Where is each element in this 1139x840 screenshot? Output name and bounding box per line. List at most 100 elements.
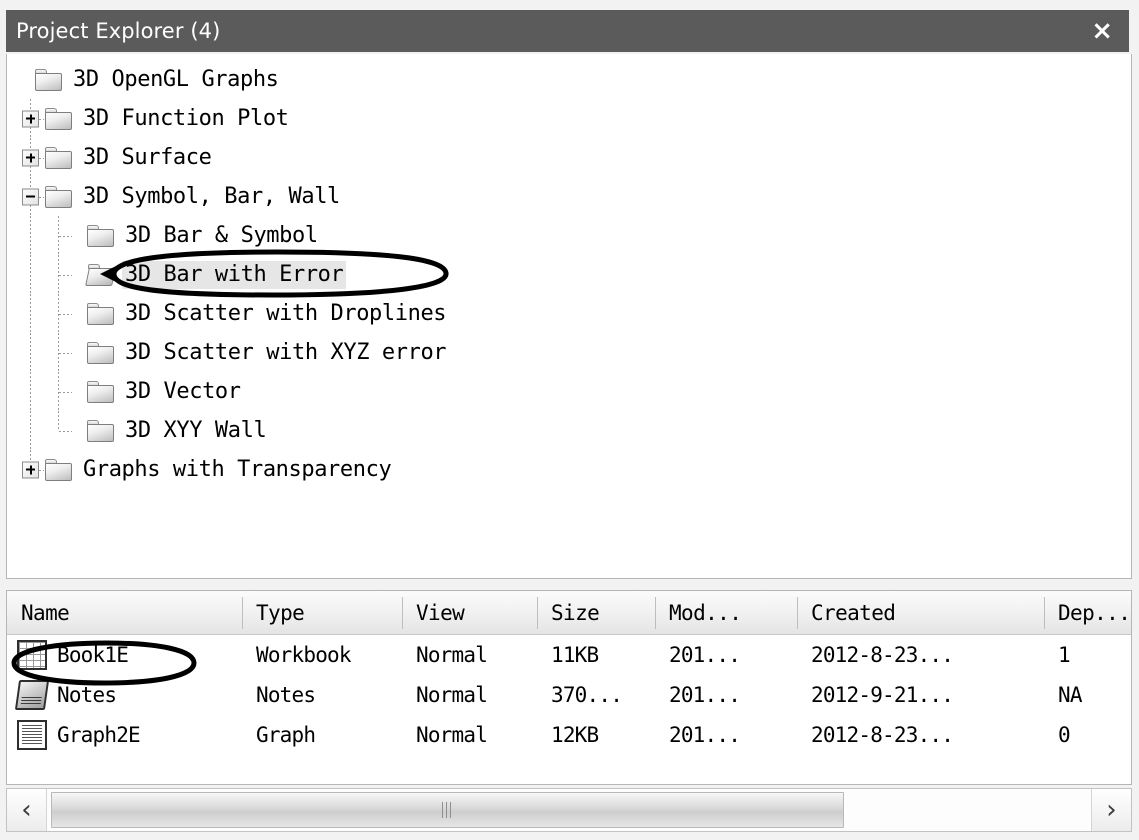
scrollbar-track[interactable] <box>47 789 1091 831</box>
tree-item-3d-vector[interactable]: 3D Vector <box>17 372 1131 411</box>
tree-item-label: 3D Bar with Error <box>122 260 347 289</box>
cell-name-label: Notes <box>57 683 117 707</box>
folder-open-icon <box>85 263 116 286</box>
cell-dependents: NA <box>1044 675 1131 715</box>
folder-icon <box>45 185 73 208</box>
column-divider[interactable] <box>402 597 403 629</box>
folder-body <box>87 228 114 247</box>
tree-item-3d-scatter-with-xyz-error[interactable]: 3D Scatter with XYZ error <box>17 333 1131 372</box>
column-header-created[interactable]: Created <box>797 591 1044 635</box>
tree-item-label: 3D Function Plot <box>83 105 289 131</box>
cell-value: Normal <box>416 683 488 707</box>
tree-guide-line <box>30 216 31 255</box>
cell-value: 370... <box>551 683 623 707</box>
cell-value: 2012-8-23... <box>811 723 954 747</box>
tree-indent-guide <box>17 216 45 255</box>
scroll-left-icon[interactable]: ‹ <box>7 789 47 831</box>
folder-icon <box>35 68 63 91</box>
table-row[interactable]: Graph2E Graph Normal 12KB 201... 2012-8-23...… <box>7 715 1131 755</box>
tree-guide-line <box>30 333 31 372</box>
expand-icon[interactable] <box>22 149 39 166</box>
column-divider[interactable] <box>1044 597 1045 629</box>
cell-modified: 201... <box>655 675 797 715</box>
column-divider[interactable] <box>537 597 538 629</box>
tree-indent-guide <box>17 99 45 138</box>
cell-value: 1 <box>1058 643 1071 667</box>
cell-value: 2012-9-21... <box>811 683 954 707</box>
folder-body <box>35 72 62 91</box>
folder-body <box>87 306 114 325</box>
tree-item-3d-symbol-bar-wall[interactable]: 3D Symbol, Bar, Wall <box>17 177 1131 216</box>
folder-body <box>87 423 114 442</box>
tree-guide-line <box>59 313 72 315</box>
cell-name: Book1E <box>7 635 242 675</box>
cell-created: 2012-9-21... <box>797 675 1044 715</box>
folder-icon <box>45 146 73 169</box>
scroll-right-icon[interactable]: › <box>1091 789 1131 831</box>
expand-icon[interactable] <box>22 110 39 127</box>
tree-item-3d-scatter-with-droplines[interactable]: 3D Scatter with Droplines <box>17 294 1131 333</box>
tree-item-label: 3D XYY Wall <box>125 417 267 443</box>
folder-icon <box>87 419 115 442</box>
tree-item-3d-bar-with-error[interactable]: 3D Bar with Error <box>17 255 1131 294</box>
table-row[interactable]: Notes Notes Normal 370... 201... 2012-9-21...… <box>7 675 1131 715</box>
tree-indent-guide <box>45 216 87 255</box>
project-tree-panel[interactable]: 3D OpenGL Graphs 3D Function Plot 3D Surfa… <box>6 54 1132 579</box>
project-explorer-window: Project Explorer (4) × 3D OpenGL Graphs 3… <box>0 0 1139 840</box>
column-divider[interactable] <box>242 597 243 629</box>
folder-body <box>45 189 72 208</box>
tree-guide-line <box>30 372 31 411</box>
tree-guide-line <box>59 352 72 354</box>
toggle-bar <box>29 153 32 162</box>
folder-body <box>87 384 114 403</box>
scrollbar-thumb[interactable] <box>51 792 845 828</box>
tree-indent-guide <box>17 60 35 99</box>
cell-size: 370... <box>537 675 655 715</box>
cell-value: Normal <box>416 723 488 747</box>
tree-item-graphs-with-transparency[interactable]: Graphs with Transparency <box>17 450 1131 489</box>
tree-indent-guide <box>17 255 45 294</box>
tree-item-3d-bar-symbol[interactable]: 3D Bar & Symbol <box>17 216 1131 255</box>
column-divider[interactable] <box>797 597 798 629</box>
cell-dependents: 0 <box>1044 715 1131 755</box>
cell-value: 11KB <box>551 643 599 667</box>
table-header-row: Name Type View Size Mod... Created Dep... <box>7 591 1131 635</box>
cell-value: Workbook <box>256 643 352 667</box>
folder-icon <box>87 341 115 364</box>
column-header-name[interactable]: Name <box>7 591 242 635</box>
tree-item-3d-xyy-wall[interactable]: 3D XYY Wall <box>17 411 1131 450</box>
cell-view: Normal <box>402 635 537 675</box>
table-body: Book1E Workbook Normal 11KB 201... 2012-8-23.… <box>7 635 1131 755</box>
cell-modified: 201... <box>655 715 797 755</box>
tree-indent-guide <box>17 177 45 216</box>
horizontal-scrollbar[interactable]: ‹ › <box>6 788 1132 832</box>
tree-item-3d-function-plot[interactable]: 3D Function Plot <box>17 99 1131 138</box>
expand-icon[interactable] <box>22 461 39 478</box>
column-header-dep[interactable]: Dep... <box>1044 591 1131 635</box>
column-header-view[interactable]: View <box>402 591 537 635</box>
tree-guide-line <box>58 411 59 431</box>
cell-type: Graph <box>242 715 402 755</box>
tree-indent-guide <box>45 294 87 333</box>
column-header-mod[interactable]: Mod... <box>655 591 797 635</box>
cell-value: 201... <box>669 683 741 707</box>
folder-icon <box>45 458 73 481</box>
cell-view: Normal <box>402 715 537 755</box>
collapse-icon[interactable] <box>22 188 39 205</box>
project-items-table[interactable]: Name Type View Size Mod... Created Dep... Book… <box>6 590 1132 785</box>
close-icon[interactable]: × <box>1087 18 1117 44</box>
cell-dependents: 1 <box>1044 635 1131 675</box>
tree-item-label: 3D OpenGL Graphs <box>73 66 279 92</box>
tree-item-3d-opengl-graphs[interactable]: 3D OpenGL Graphs <box>17 60 1131 99</box>
cell-value: NA <box>1058 683 1082 707</box>
cell-value: Graph <box>256 723 316 747</box>
column-divider[interactable] <box>655 597 656 629</box>
tree-item-label: 3D Scatter with Droplines <box>125 300 447 326</box>
folder-body <box>87 345 114 364</box>
cell-name-label: Graph2E <box>57 723 141 747</box>
column-header-size[interactable]: Size <box>537 591 655 635</box>
table-row[interactable]: Book1E Workbook Normal 11KB 201... 2012-8-23.… <box>7 635 1131 675</box>
column-header-type[interactable]: Type <box>242 591 402 635</box>
scrollbar-grip-icon <box>441 802 454 818</box>
tree-item-3d-surface[interactable]: 3D Surface <box>17 138 1131 177</box>
